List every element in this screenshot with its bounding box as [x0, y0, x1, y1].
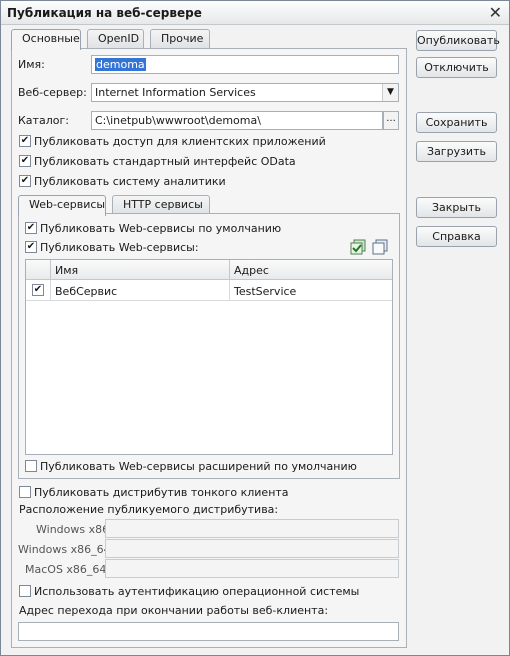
- name-label: Имя:: [18, 58, 45, 71]
- catalog-input[interactable]: C:\inetpub\wwwroot\demoma\: [91, 111, 383, 130]
- tab-openid[interactable]: OpenID: [87, 29, 144, 48]
- checkbox-thin-client-label: Публиковать дистрибутив тонкого клиента: [34, 486, 289, 499]
- title-bar: Публикация на веб-сервере ✕: [1, 1, 509, 25]
- publish-dialog: Публикация на веб-сервере ✕ Основные Ope…: [0, 0, 510, 656]
- checkbox-ws-publish[interactable]: ✔: [25, 241, 37, 253]
- checkbox-odata[interactable]: ✔: [19, 155, 31, 167]
- disable-button[interactable]: Отключить: [416, 57, 497, 78]
- win86-label: Windows x86:: [36, 523, 113, 536]
- window-title: Публикация на веб-сервере: [7, 6, 202, 20]
- checkbox-client-apps[interactable]: ✔: [19, 135, 31, 147]
- mac64-input[interactable]: [105, 559, 399, 578]
- close-button[interactable]: Закрыть: [416, 197, 497, 218]
- checkbox-analytics-label: Публиковать систему аналитики: [34, 175, 226, 188]
- redirect-label: Адрес перехода при окончании работы веб-…: [19, 604, 329, 617]
- tab-web-services[interactable]: Web-сервисы: [18, 195, 106, 216]
- redirect-input[interactable]: [18, 622, 399, 641]
- name-value: demoma: [95, 58, 146, 71]
- column-address-header[interactable]: Адрес: [234, 264, 269, 277]
- webserver-select[interactable]: Internet Information Services ▼: [91, 83, 399, 102]
- column-name-header[interactable]: Имя: [55, 264, 78, 277]
- uncheck-all-icon[interactable]: [372, 239, 388, 255]
- checkbox-ws-extensions[interactable]: [25, 460, 37, 472]
- catalog-label: Каталог:: [18, 114, 69, 127]
- checkbox-odata-label: Публиковать стандартный интерфейс OData: [34, 155, 296, 168]
- save-button[interactable]: Сохранить: [416, 112, 497, 133]
- name-input[interactable]: demoma: [91, 55, 399, 74]
- web-services-table: Имя Адрес ✔ ВебСервис TestService: [25, 259, 393, 455]
- catalog-browse-button[interactable]: ...: [383, 111, 399, 130]
- mac64-label: MacOS x86_64:: [25, 563, 111, 576]
- checkbox-ws-publish-label: Публиковать Web-сервисы:: [40, 241, 199, 254]
- close-icon[interactable]: ✕: [489, 3, 502, 22]
- tab-other[interactable]: Прочие: [150, 29, 210, 48]
- check-all-icon[interactable]: [350, 239, 366, 255]
- catalog-value: C:\inetpub\wwwroot\demoma\: [95, 114, 261, 127]
- webserver-label: Веб-сервер:: [18, 86, 87, 99]
- checkbox-ws-default-label: Публиковать Web-сервисы по умолчанию: [40, 222, 282, 235]
- checkbox-ws-default[interactable]: ✔: [25, 222, 37, 234]
- load-button[interactable]: Загрузить: [416, 141, 497, 162]
- webserver-value: Internet Information Services: [95, 86, 256, 99]
- tab-http-services[interactable]: HTTP сервисы: [112, 195, 210, 214]
- row-address-cell[interactable]: TestService: [234, 285, 296, 298]
- table-header: Имя Адрес: [26, 260, 392, 280]
- chevron-down-icon[interactable]: ▼: [382, 84, 398, 101]
- help-button[interactable]: Справка: [416, 226, 497, 247]
- win64-label: Windows x86_64:: [18, 543, 115, 556]
- publish-button[interactable]: Опубликовать: [416, 30, 500, 51]
- checkbox-client-apps-label: Публиковать доступ для клиентских прилож…: [34, 135, 326, 148]
- distrib-location-label: Расположение публикуемого дистрибутива:: [19, 503, 279, 516]
- row-name-cell[interactable]: ВебСервис: [55, 285, 117, 298]
- win86-input[interactable]: [105, 519, 399, 538]
- checkbox-os-auth-label: Использовать аутентификацию операционной…: [34, 585, 360, 598]
- row-checkbox[interactable]: ✔: [32, 284, 44, 296]
- checkbox-analytics[interactable]: ✔: [19, 175, 31, 187]
- checkbox-ws-extensions-label: Публиковать Web-сервисы расширений по ум…: [40, 460, 357, 473]
- checkbox-thin-client[interactable]: [19, 486, 31, 498]
- win64-input[interactable]: [105, 539, 399, 558]
- tab-main[interactable]: Основные: [11, 29, 81, 50]
- checkbox-os-auth[interactable]: [19, 585, 31, 597]
